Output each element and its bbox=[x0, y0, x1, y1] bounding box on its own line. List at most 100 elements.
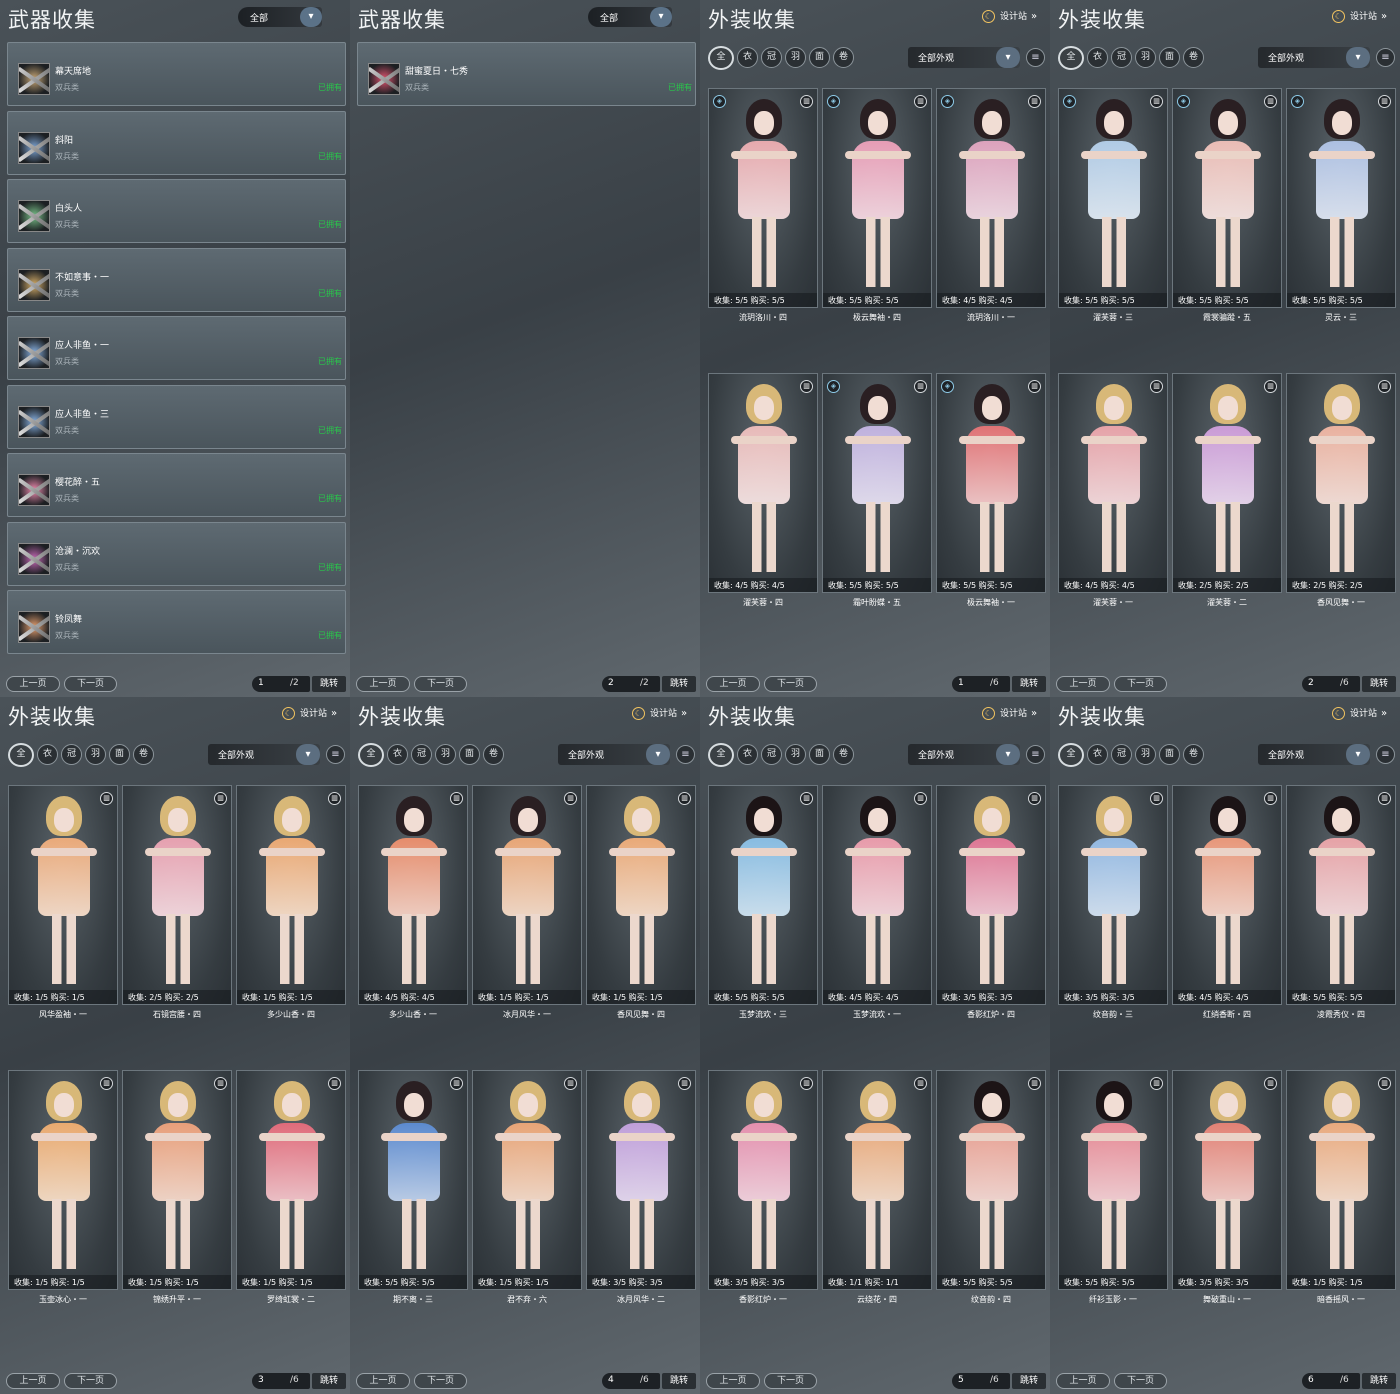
trash-icon[interactable]: ▥ bbox=[328, 1077, 341, 1090]
outfit-card[interactable]: ▥ 收集: 1/5 购买: 1/5 bbox=[236, 1070, 346, 1290]
category-tab-all-outfit-icon[interactable]: 全 bbox=[708, 743, 734, 767]
trash-icon[interactable]: ▥ bbox=[1264, 1077, 1277, 1090]
trash-icon[interactable]: ▥ bbox=[1378, 1077, 1391, 1090]
outfit-card[interactable]: ▥ 收集: 1/5 购买: 1/5 bbox=[122, 1070, 232, 1290]
category-tab-clothes-icon[interactable]: 衣 bbox=[1087, 744, 1108, 765]
trash-icon[interactable]: ▥ bbox=[450, 792, 463, 805]
trash-icon[interactable]: ▥ bbox=[678, 1077, 691, 1090]
outfit-card[interactable]: ▥ 收集: 2/5 购买: 2/5 bbox=[1172, 373, 1282, 593]
category-tab-scroll-icon[interactable]: 卷 bbox=[133, 744, 154, 765]
category-tab-scroll-icon[interactable]: 卷 bbox=[1183, 47, 1204, 68]
category-tab-clothes-icon[interactable]: 衣 bbox=[37, 744, 58, 765]
outfit-card[interactable]: ◈ ▥ 收集: 5/5 购买: 5/5 bbox=[1172, 88, 1282, 308]
next-page-button[interactable]: 下一页 bbox=[1114, 1373, 1167, 1389]
design-station-link[interactable]: ☾ 设计站» bbox=[1332, 9, 1387, 23]
outfit-card[interactable]: ▥ 收集: 5/5 购买: 5/5 bbox=[1058, 1070, 1168, 1290]
trash-icon[interactable]: ▥ bbox=[1028, 95, 1041, 108]
weapon-item[interactable]: 应人非鱼・三 双兵类 已拥有 bbox=[7, 384, 346, 449]
prev-page-button[interactable]: 上一页 bbox=[356, 1373, 410, 1389]
category-tab-clothes-icon[interactable]: 衣 bbox=[737, 47, 758, 68]
outfit-card[interactable]: ▥ 收集: 1/5 购买: 1/5 bbox=[236, 785, 346, 1005]
weapon-item[interactable]: 沧澜・沉欢 双兵类 已拥有 bbox=[7, 521, 346, 586]
filter-dropdown[interactable]: 全部 ▾ bbox=[238, 7, 322, 27]
outfit-card[interactable]: ▥ 收集: 1/1 购买: 1/1 bbox=[822, 1070, 932, 1290]
trash-icon[interactable]: ▥ bbox=[1264, 95, 1277, 108]
trash-icon[interactable]: ▥ bbox=[1150, 95, 1163, 108]
category-tab-clothes-icon[interactable]: 衣 bbox=[387, 744, 408, 765]
outfit-card[interactable]: ◈ ▥ 收集: 5/5 购买: 5/5 bbox=[1058, 88, 1168, 308]
chevron-down-icon[interactable]: ▾ bbox=[996, 47, 1020, 68]
trash-icon[interactable]: ▥ bbox=[800, 792, 813, 805]
outfit-card[interactable]: ▥ 收集: 4/5 购买: 4/5 bbox=[358, 785, 468, 1005]
trash-icon[interactable]: ▥ bbox=[1028, 380, 1041, 393]
category-tab-mask-icon[interactable]: 面 bbox=[109, 744, 130, 765]
appearance-filter-dropdown[interactable]: 全部外观 ▾ bbox=[208, 744, 320, 765]
chevron-down-icon[interactable]: ▾ bbox=[646, 744, 670, 765]
trash-icon[interactable]: ▥ bbox=[1264, 380, 1277, 393]
category-tab-clothes-icon[interactable]: 衣 bbox=[737, 744, 758, 765]
page-number-input[interactable]: 1 bbox=[952, 676, 1010, 692]
category-tab-scroll-icon[interactable]: 卷 bbox=[833, 47, 854, 68]
jump-button[interactable]: 跳转 bbox=[1012, 676, 1046, 692]
prev-page-button[interactable]: 上一页 bbox=[1056, 1373, 1110, 1389]
trash-icon[interactable]: ▥ bbox=[214, 1077, 227, 1090]
outfit-card[interactable]: ▥ 收集: 5/5 购买: 5/5 bbox=[358, 1070, 468, 1290]
appearance-filter-dropdown[interactable]: 全部外观 ▾ bbox=[1258, 47, 1370, 68]
outfit-card[interactable]: ▥ 收集: 4/5 购买: 4/5 bbox=[1172, 785, 1282, 1005]
design-station-link[interactable]: ☾ 设计站» bbox=[282, 706, 337, 720]
page-number-input[interactable]: 2 bbox=[1302, 676, 1360, 692]
outfit-card[interactable]: ▥ 收集: 2/5 购买: 2/5 bbox=[122, 785, 232, 1005]
list-view-icon[interactable]: ≡ bbox=[1376, 745, 1395, 764]
category-tab-hat-icon[interactable]: 冠 bbox=[61, 744, 82, 765]
category-tab-hat-icon[interactable]: 冠 bbox=[1111, 744, 1132, 765]
category-tab-hat-icon[interactable]: 冠 bbox=[1111, 47, 1132, 68]
outfit-card[interactable]: ▥ 收集: 3/5 购买: 3/5 bbox=[1172, 1070, 1282, 1290]
outfit-card[interactable]: ▥ 收集: 1/5 购买: 1/5 bbox=[1286, 1070, 1396, 1290]
category-tab-all-outfit-icon[interactable]: 全 bbox=[8, 743, 34, 767]
trash-icon[interactable]: ▥ bbox=[450, 1077, 463, 1090]
category-tab-all-outfit-icon[interactable]: 全 bbox=[1058, 743, 1084, 767]
page-number-input[interactable]: 2 bbox=[602, 676, 660, 692]
outfit-card[interactable]: ▥ 收集: 4/5 购买: 4/5 bbox=[708, 373, 818, 593]
page-number-input[interactable]: 1 bbox=[252, 676, 310, 692]
category-tab-hat-icon[interactable]: 冠 bbox=[761, 744, 782, 765]
outfit-card[interactable]: ▥ 收集: 5/5 购买: 5/5 bbox=[708, 785, 818, 1005]
outfit-card[interactable]: ▥ 收集: 3/5 购买: 3/5 bbox=[936, 785, 1046, 1005]
category-tab-feather-icon[interactable]: 羽 bbox=[785, 744, 806, 765]
category-tab-scroll-icon[interactable]: 卷 bbox=[1183, 744, 1204, 765]
list-view-icon[interactable]: ≡ bbox=[1026, 48, 1045, 67]
category-tab-scroll-icon[interactable]: 卷 bbox=[483, 744, 504, 765]
trash-icon[interactable]: ▥ bbox=[800, 380, 813, 393]
outfit-card[interactable]: ▥ 收集: 2/5 购买: 2/5 bbox=[1286, 373, 1396, 593]
outfit-card[interactable]: ▥ 收集: 1/5 购买: 1/5 bbox=[8, 1070, 118, 1290]
next-page-button[interactable]: 下一页 bbox=[414, 676, 467, 692]
design-station-link[interactable]: ☾ 设计站» bbox=[982, 706, 1037, 720]
trash-icon[interactable]: ▥ bbox=[914, 1077, 927, 1090]
jump-button[interactable]: 跳转 bbox=[312, 676, 346, 692]
trash-icon[interactable]: ▥ bbox=[564, 1077, 577, 1090]
chevron-down-icon[interactable]: ▾ bbox=[1346, 744, 1370, 765]
prev-page-button[interactable]: 上一页 bbox=[706, 676, 760, 692]
appearance-filter-dropdown[interactable]: 全部外观 ▾ bbox=[558, 744, 670, 765]
page-number-input[interactable]: 3 bbox=[252, 1373, 310, 1389]
weapon-item[interactable]: 甜蜜夏日・七秀 双兵类 已拥有 bbox=[357, 42, 696, 106]
jump-button[interactable]: 跳转 bbox=[662, 676, 696, 692]
weapon-item[interactable]: 不如意事・一 双兵类 已拥有 bbox=[7, 247, 346, 312]
page-number-input[interactable]: 6 bbox=[1302, 1373, 1360, 1389]
next-page-button[interactable]: 下一页 bbox=[1114, 676, 1167, 692]
category-tab-hat-icon[interactable]: 冠 bbox=[411, 744, 432, 765]
jump-button[interactable]: 跳转 bbox=[662, 1373, 696, 1389]
category-tab-mask-icon[interactable]: 面 bbox=[1159, 744, 1180, 765]
outfit-card[interactable]: ◈ ▥ 收集: 5/5 购买: 5/5 bbox=[822, 373, 932, 593]
appearance-filter-dropdown[interactable]: 全部外观 ▾ bbox=[908, 47, 1020, 68]
trash-icon[interactable]: ▥ bbox=[1264, 792, 1277, 805]
filter-dropdown[interactable]: 全部 ▾ bbox=[588, 7, 672, 27]
weapon-item[interactable]: 铃凤舞 双兵类 已拥有 bbox=[7, 590, 346, 654]
category-tab-mask-icon[interactable]: 面 bbox=[809, 47, 830, 68]
trash-icon[interactable]: ▥ bbox=[1150, 792, 1163, 805]
outfit-card[interactable]: ▥ 收集: 4/5 购买: 4/5 bbox=[822, 785, 932, 1005]
category-tab-clothes-icon[interactable]: 衣 bbox=[1087, 47, 1108, 68]
next-page-button[interactable]: 下一页 bbox=[414, 1373, 467, 1389]
outfit-card[interactable]: ▥ 收集: 1/5 购买: 1/5 bbox=[586, 785, 696, 1005]
category-tab-hat-icon[interactable]: 冠 bbox=[761, 47, 782, 68]
